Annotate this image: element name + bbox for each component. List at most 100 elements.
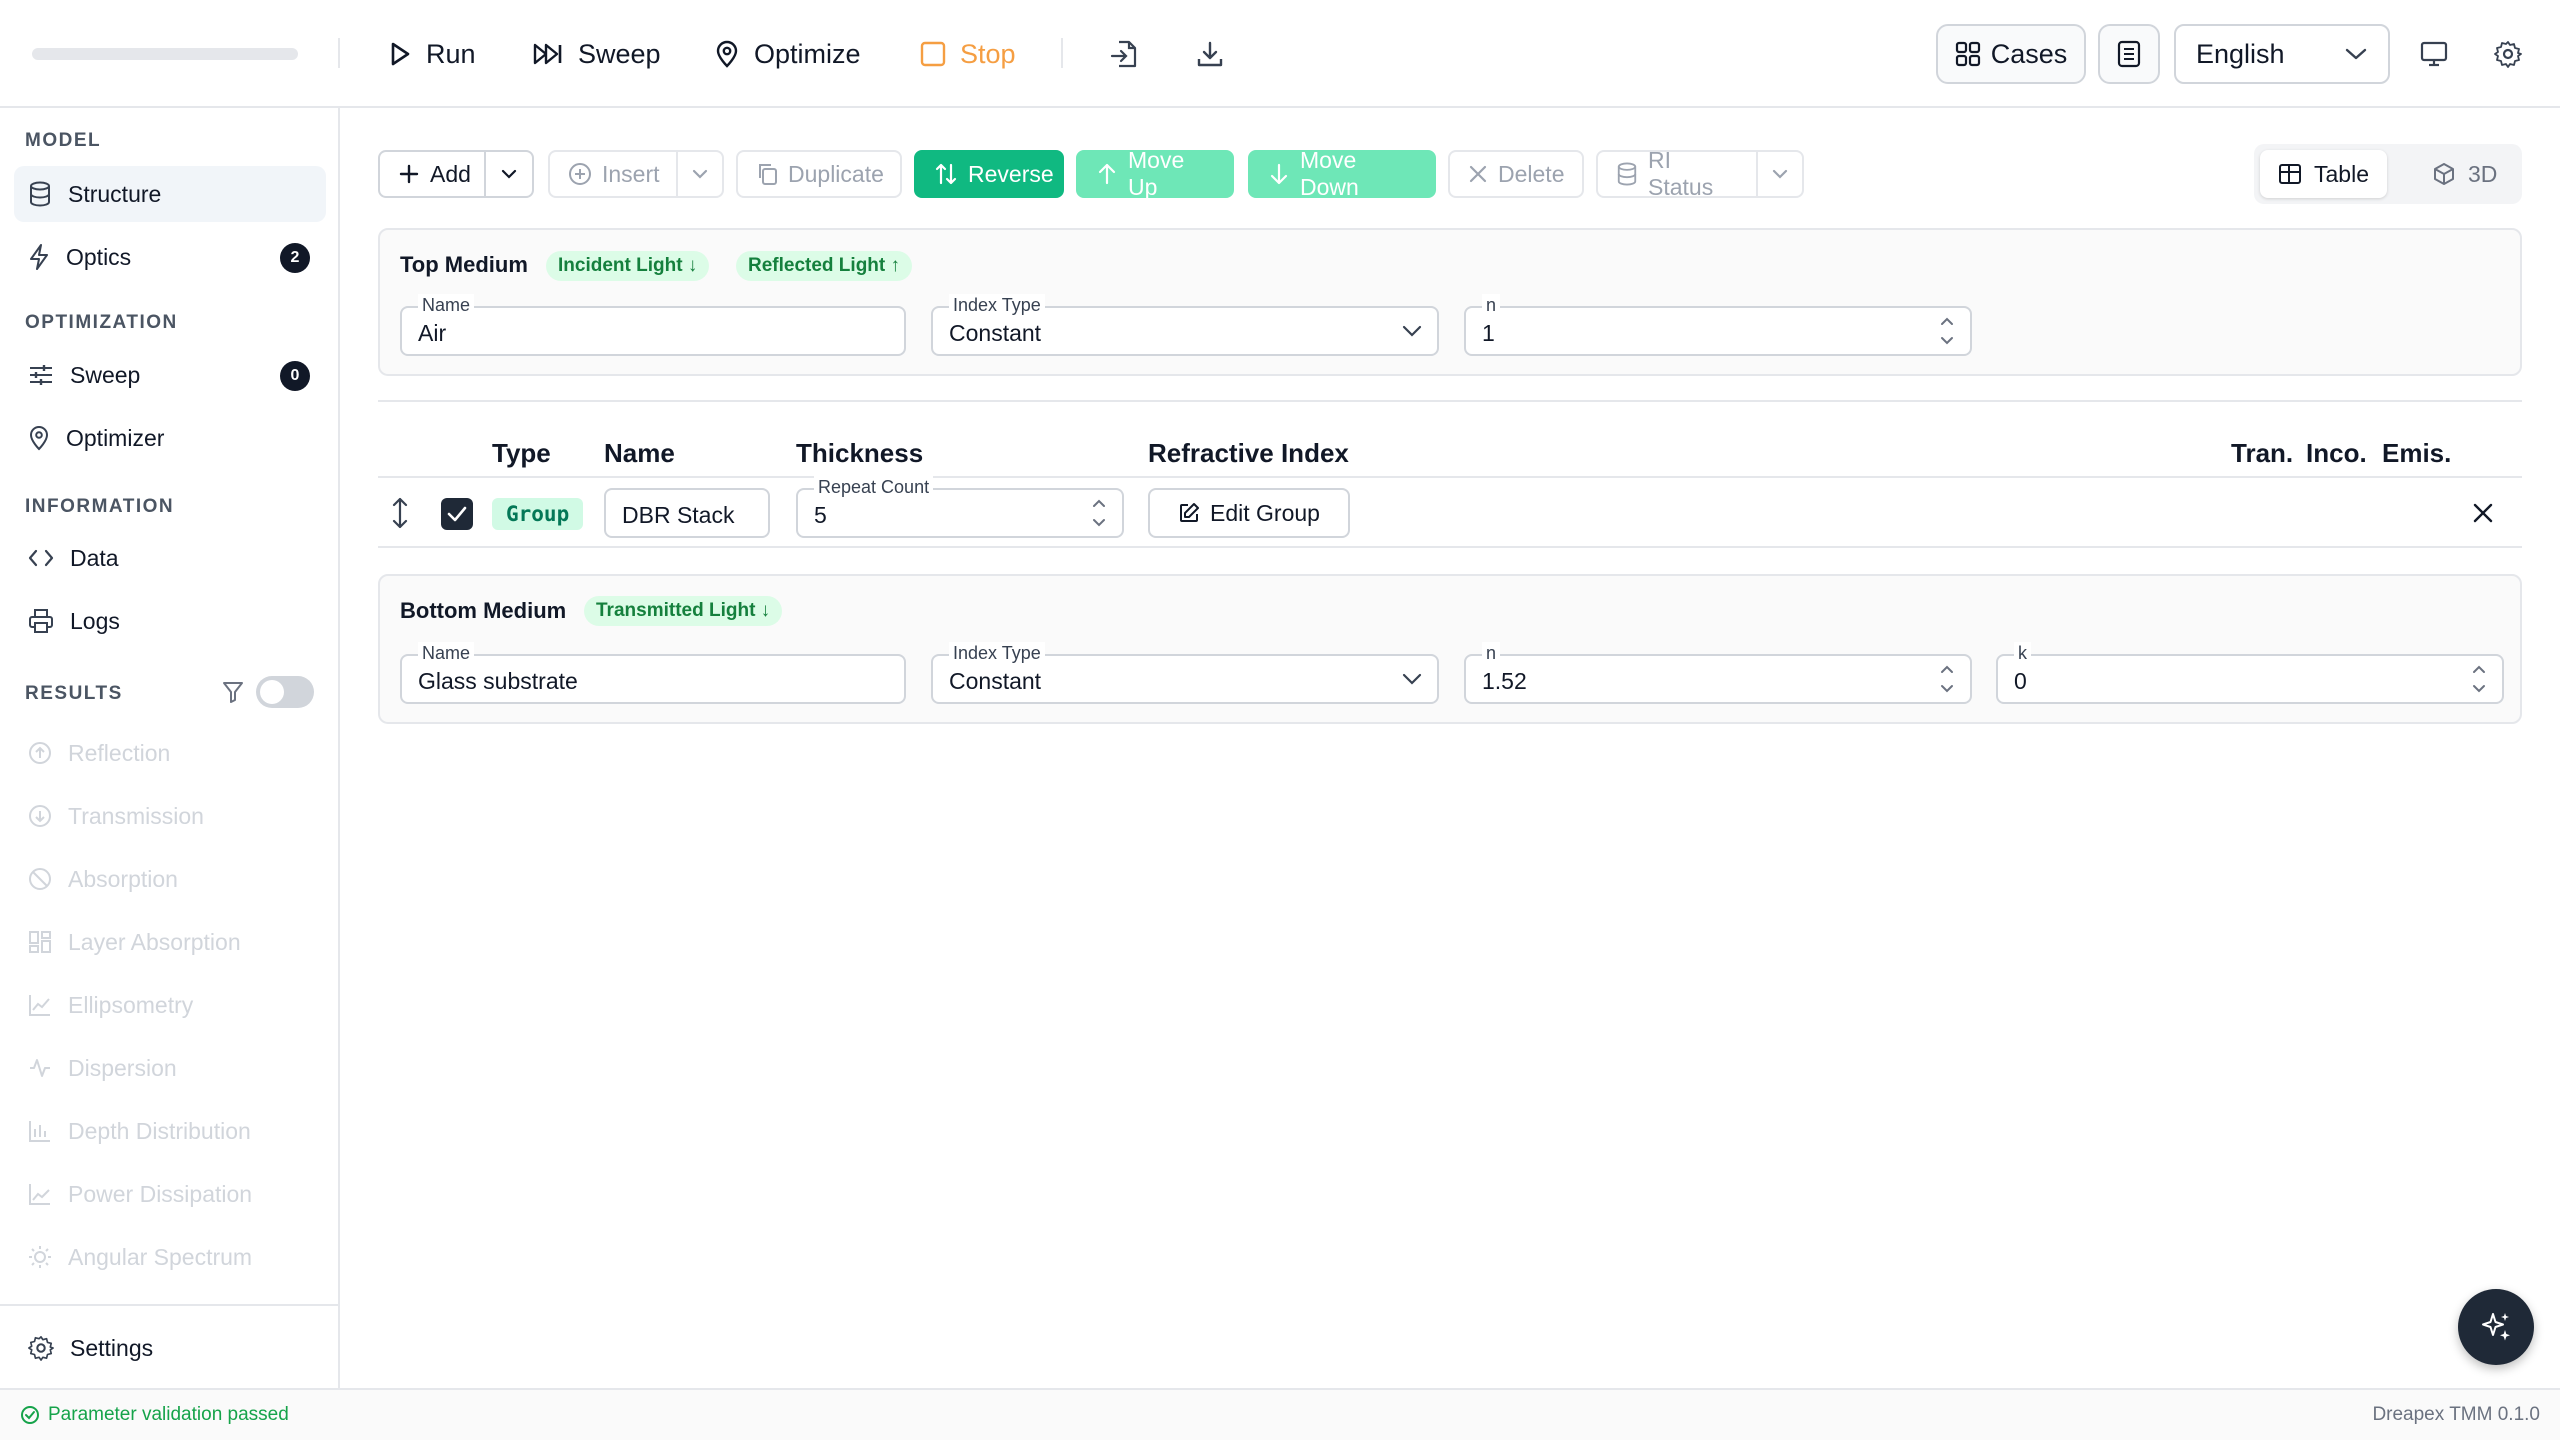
chevron-down-icon bbox=[2344, 47, 2368, 61]
field-value: Constant bbox=[949, 320, 1042, 346]
sidebar-item-angular-spectrum[interactable]: Angular Spectrum bbox=[14, 1229, 326, 1285]
ri-status-button[interactable]: RI Status bbox=[1596, 147, 1758, 200]
gear-icon[interactable] bbox=[2488, 34, 2528, 74]
field-label: n bbox=[1482, 294, 1501, 316]
row-checkbox[interactable] bbox=[441, 498, 473, 530]
sidebar-item-label: Data bbox=[70, 544, 119, 571]
map-pin-icon bbox=[714, 40, 740, 68]
results-toggle[interactable] bbox=[256, 676, 314, 708]
remove-row-icon[interactable] bbox=[2472, 502, 2494, 524]
sidebar-item-logs[interactable]: Logs bbox=[14, 593, 326, 649]
insert-dropdown-button[interactable] bbox=[676, 150, 724, 198]
reflected-light-tag: Reflected Light ↑ bbox=[736, 251, 913, 281]
section-divider bbox=[378, 400, 2522, 402]
edit-group-label: Edit Group bbox=[1210, 499, 1320, 526]
sidebar-item-transmission[interactable]: Transmission bbox=[14, 788, 326, 844]
optimize-label: Optimize bbox=[754, 38, 861, 69]
bottom-medium-index-type-select[interactable]: Index Type Constant bbox=[931, 642, 1439, 704]
toolbar-divider bbox=[1061, 38, 1063, 68]
optics-count-badge: 2 bbox=[280, 243, 310, 273]
stepper-icon[interactable] bbox=[1938, 656, 1956, 702]
reverse-label: Reverse bbox=[968, 160, 1054, 187]
bottom-medium-name-field[interactable]: Name Glass substrate bbox=[400, 642, 906, 704]
field-value: Glass substrate bbox=[418, 668, 578, 694]
move-down-label: Move Down bbox=[1300, 147, 1359, 200]
import-icon[interactable] bbox=[1104, 34, 1144, 74]
column-header-type: Type bbox=[492, 438, 551, 468]
insert-label: Insert bbox=[602, 160, 660, 187]
plus-circle-icon bbox=[568, 162, 592, 186]
top-medium-n-input[interactable]: n 1 bbox=[1464, 294, 1972, 356]
stepper-icon[interactable] bbox=[1938, 308, 1956, 354]
delete-button[interactable]: Delete bbox=[1448, 150, 1584, 198]
column-header-refractive-index: Refractive Index bbox=[1148, 438, 1349, 468]
add-dropdown-button[interactable] bbox=[484, 150, 534, 198]
section-model: MODEL bbox=[25, 130, 102, 151]
tab-3d[interactable]: 3D bbox=[2414, 150, 2515, 198]
sidebar-item-label: Reflection bbox=[68, 739, 171, 766]
sidebar-item-reflection[interactable]: Reflection bbox=[14, 725, 326, 781]
arrows-up-down-icon bbox=[934, 162, 958, 186]
field-value: 1 bbox=[1482, 320, 1495, 346]
sweep-button[interactable]: Sweep bbox=[532, 30, 661, 78]
sidebar-item-absorption[interactable]: Absorption bbox=[14, 851, 326, 907]
sidebar-item-ellipsometry[interactable]: Ellipsometry bbox=[14, 977, 326, 1033]
field-label: Name bbox=[418, 642, 475, 664]
column-header-tran: Tran. bbox=[2231, 438, 2294, 468]
layer-type-badge: Group bbox=[492, 498, 584, 530]
insert-button[interactable]: Insert bbox=[548, 150, 678, 198]
ri-status-dropdown-button[interactable] bbox=[1756, 150, 1804, 198]
tab-table[interactable]: Table bbox=[2260, 150, 2387, 198]
optimize-button[interactable]: Optimize bbox=[714, 30, 861, 78]
run-button[interactable]: Run bbox=[388, 30, 476, 78]
cases-button[interactable]: Cases bbox=[1936, 24, 2086, 84]
download-icon[interactable] bbox=[1190, 34, 1230, 74]
field-value: 5 bbox=[814, 502, 827, 528]
toolbar-divider bbox=[338, 38, 340, 68]
printer-icon bbox=[28, 608, 54, 634]
top-medium-panel: Top Medium Incident Light ↓ Reflected Li… bbox=[378, 228, 2522, 376]
field-label: Repeat Count bbox=[814, 476, 934, 498]
filter-icon[interactable] bbox=[222, 680, 244, 704]
top-medium-index-type-select[interactable]: Index Type Constant bbox=[931, 294, 1439, 356]
sidebar-item-settings[interactable]: Settings bbox=[14, 1320, 326, 1376]
sun-icon bbox=[28, 1245, 52, 1269]
sidebar-item-optimizer[interactable]: Optimizer bbox=[14, 410, 326, 466]
language-select[interactable]: English bbox=[2174, 24, 2390, 84]
notes-button[interactable] bbox=[2098, 24, 2160, 84]
sidebar-item-data[interactable]: Data bbox=[14, 530, 326, 586]
move-down-button[interactable]: Move Down bbox=[1248, 147, 1436, 200]
move-up-button[interactable]: Move Up bbox=[1076, 147, 1234, 200]
sidebar-footer: Settings bbox=[0, 1304, 340, 1388]
field-value: 0 bbox=[2014, 668, 2027, 694]
stepper-icon[interactable] bbox=[1090, 490, 1108, 536]
column-header-emis: Emis. bbox=[2382, 438, 2452, 468]
sidebar-item-optics[interactable]: Optics 2 bbox=[14, 229, 326, 285]
bottom-medium-k-input[interactable]: k 0 bbox=[1996, 642, 2504, 704]
ri-status-label: RI Status bbox=[1648, 147, 1714, 200]
layout-grid-icon bbox=[28, 930, 52, 954]
incident-light-tag: Incident Light ↓ bbox=[546, 251, 710, 281]
duplicate-button[interactable]: Duplicate bbox=[736, 150, 902, 198]
ai-assistant-button[interactable] bbox=[2458, 1289, 2534, 1365]
sidebar-item-sweep[interactable]: Sweep 0 bbox=[14, 347, 326, 403]
monitor-icon[interactable] bbox=[2414, 34, 2454, 74]
sidebar-item-layer-absorption[interactable]: Layer Absorption bbox=[14, 914, 326, 970]
stop-button[interactable]: Stop bbox=[920, 30, 1016, 78]
stepper-icon[interactable] bbox=[2470, 656, 2488, 702]
drag-handle-icon[interactable] bbox=[390, 496, 410, 530]
sidebar-item-dispersion[interactable]: Dispersion bbox=[14, 1040, 326, 1096]
sidebar-item-structure[interactable]: Structure bbox=[14, 166, 326, 222]
sidebar-item-depth-distribution[interactable]: Depth Distribution bbox=[14, 1103, 326, 1159]
edit-group-button[interactable]: Edit Group bbox=[1148, 488, 1350, 538]
top-medium-title: Top Medium bbox=[400, 252, 528, 277]
sidebar-item-power-dissipation[interactable]: Power Dissipation bbox=[14, 1166, 326, 1222]
add-button[interactable]: Add bbox=[378, 150, 486, 198]
check-circle-icon bbox=[20, 1405, 40, 1425]
repeat-count-input[interactable]: Repeat Count 5 bbox=[796, 476, 1124, 538]
reverse-button[interactable]: Reverse bbox=[914, 150, 1064, 198]
top-medium-name-field[interactable]: Name Air bbox=[400, 294, 906, 356]
layer-name-input[interactable]: DBR Stack bbox=[604, 488, 770, 538]
bottom-medium-n-input[interactable]: n 1.52 bbox=[1464, 642, 1972, 704]
status-bar: Parameter validation passed Dreapex TMM … bbox=[0, 1388, 2560, 1440]
